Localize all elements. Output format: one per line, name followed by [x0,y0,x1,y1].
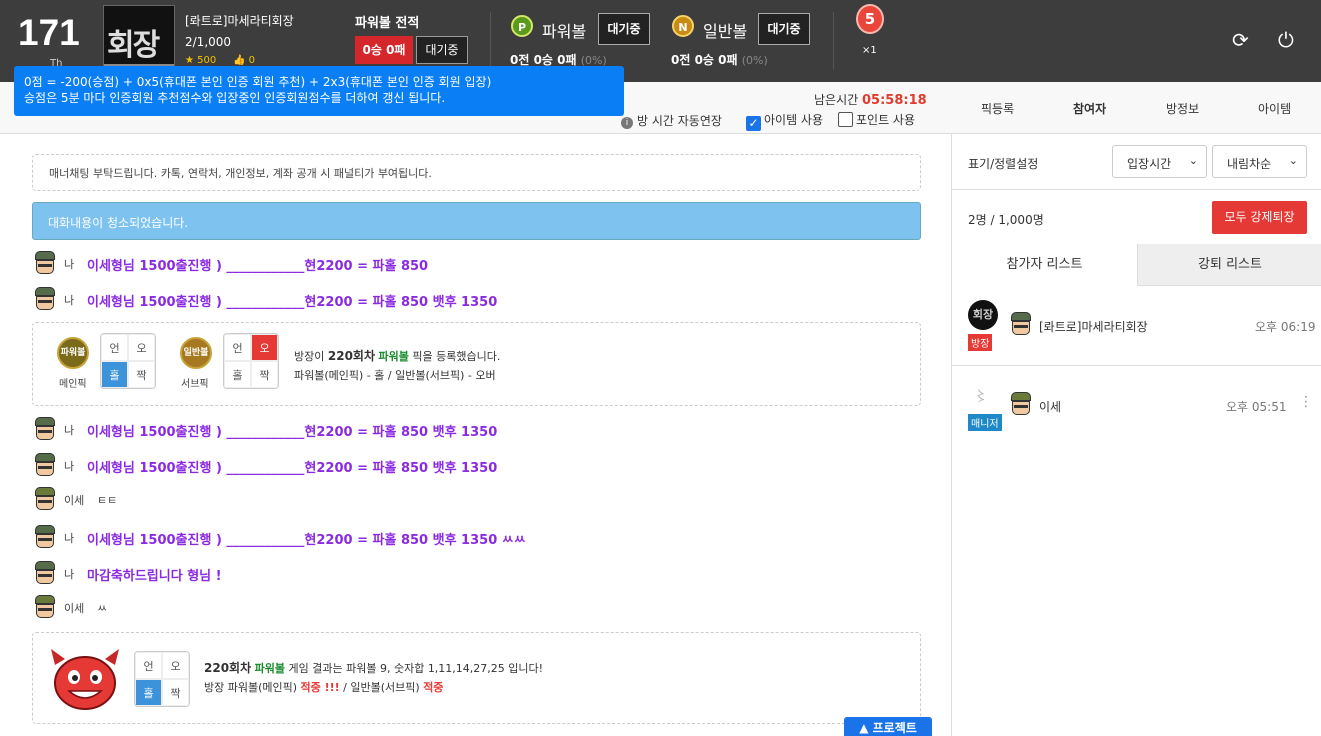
room-name: [롸트로]마세라티회장 [185,14,294,28]
tab-participant-list[interactable]: 참가자 리스트 [952,244,1138,286]
avatar [32,595,58,621]
role-badge-manager: 매니저 [968,414,1002,431]
powerball-name: 파워볼 [542,22,587,41]
powerball-icon: P [511,15,533,37]
tab-pick-register[interactable]: 픽등록 [981,100,1014,117]
tab-items[interactable]: 아이템 [1258,100,1291,117]
medal-count: ×1 [862,45,877,56]
participant-row[interactable]: 〻 매니저 이세 오후 05:51 ⋮ [952,374,1321,434]
chat-message: 이세 ㅌㅌ [32,487,117,513]
record-wait-button[interactable]: 대기중 [416,36,468,64]
manager-icon: 〻 [974,389,988,405]
tab-room-info[interactable]: 방정보 [1166,100,1199,117]
participant-count: 2명 / 1,000명 [968,213,1044,227]
item-use-checkbox[interactable]: ✓ 아이템 사용 [746,111,823,131]
avatar [1008,392,1034,418]
chevron-down-icon: ⌄ [1188,154,1198,167]
kick-all-button[interactable]: 모두 강제퇴장 [1212,201,1307,234]
devil-mascot-icon [51,649,119,710]
record-title: 파워볼 전적 [355,16,420,31]
score-tooltip: 0점 = -200(승점) + 0x5(휴대폰 본인 인증 회원 추천) + 2… [14,66,624,116]
host-avatar: 회장 [968,300,998,330]
avatar [32,561,58,587]
time-left-value: 05:58:18 [862,93,927,108]
chat-area: 매너채팅 부탁드립니다. 카톡, 연락처, 개인정보, 계좌 공개 시 패널티가… [0,134,951,736]
power-icon[interactable]: ⏻ [1278,28,1294,52]
chat-message: 나 이세형님 1500출진행 ) ____________현2200 = 파홀 8… [32,417,497,443]
room-stars: ★ 500 [185,55,217,66]
sort-label: 표기/정렬설정 [968,157,1039,171]
normalball-name: 일반볼 [703,22,748,41]
chevron-down-icon: ⌄ [1288,154,1298,167]
chat-message: 이세 ㅆ [32,595,107,621]
more-options-icon[interactable]: ⋮ [1299,394,1313,410]
room-number: 171 [18,12,80,53]
result-grid: 언오 홀짝 [134,651,190,707]
room-user-count: 2/1,000 [185,35,232,49]
sort-field-select[interactable]: 입장시간 ⌄ [1112,145,1207,178]
logo-text: 회장 [107,28,160,63]
medal-icon: 5 [856,4,884,34]
powerball-pick-icon: 파워볼 [57,337,89,369]
auto-extend-option[interactable]: i방 시간 자동연장 [621,112,722,129]
room-logo: 회장 [103,5,175,71]
avatar [32,453,58,479]
participants-sidebar: 표기/정렬설정 입장시간 ⌄ 내림차순 ⌄ 2명 / 1,000명 모두 강제퇴장 … [951,134,1321,736]
normalball-pick-icon: 일반볼 [180,337,212,369]
normalball-icon: N [672,15,694,37]
normalball-wait-button[interactable]: 대기중 [758,13,810,45]
pick-registered-box: 파워볼 메인픽 언오 홀짝 일반볼 서브픽 언오 홀짝 방장이 220회차 파워… [32,322,921,406]
chat-message: 나 이세형님 1500출진행 ) ____________현2200 = 파홀 8… [32,251,428,277]
sort-order-select[interactable]: 내림차순 ⌄ [1212,145,1307,178]
time-left: 남은시간 05:58:18 [814,93,927,108]
record-badge: 0승 0패 [355,36,413,64]
role-badge-host: 방장 [968,334,993,351]
manner-notice: 매너채팅 부탁드립니다. 카톡, 연락처, 개인정보, 계좌 공개 시 패널티가… [32,154,921,191]
avatar [1008,312,1034,338]
checkbox-checked-icon: ✓ [746,116,761,131]
avatar [32,251,58,277]
chat-message: 나 이세형님 1500출진행 ) ____________현2200 = 파홀 8… [32,287,497,313]
room-likes: 👍 0 [233,55,255,66]
normalball-record: 0전 0승 0패 (0%) [671,53,768,67]
chat-cleared-notice: 대화내용이 청소되었습니다. [32,202,921,240]
avatar [32,487,58,513]
chat-message: 나 이세형님 1500출진행 ) ____________현2200 = 파홀 8… [32,525,526,551]
project-button[interactable]: ▲ 프로젝트 [844,717,932,736]
avatar [32,417,58,443]
avatar [32,525,58,551]
game-result-box: 언오 홀짝 220회차 파워볼 게임 결과는 파워볼 9, 숫자합 1,11,1… [32,632,921,724]
game-result-text: 220회차 파워볼 게임 결과는 파워볼 9, 숫자합 1,11,14,27,2… [204,661,544,694]
tab-kicked-list[interactable]: 강퇴 리스트 [1138,244,1321,286]
refresh-icon[interactable]: ⟳ [1232,28,1249,52]
pick-registered-text: 방장이 220회차 파워볼 픽을 등록했습니다. 파워볼(메인픽) - 홀 / … [294,349,501,382]
chat-message: 나 마감축하드립니다 형님 ! [32,561,222,587]
checkbox-unchecked-icon [838,112,853,127]
sub-pick-grid: 언오 홀짝 [223,333,279,389]
point-use-checkbox[interactable]: 포인트 사용 [838,111,915,128]
chat-message: 나 이세형님 1500출진행 ) ____________현2200 = 파홀 8… [32,453,497,479]
avatar [32,287,58,313]
powerball-wait-button[interactable]: 대기중 [598,13,650,45]
info-icon: i [621,117,633,129]
tab-participants[interactable]: 참여자 [1073,100,1106,117]
main-pick-grid: 언오 홀짝 [100,333,156,389]
participant-row[interactable]: 회장 방장 [롸트로]마세라티회장 오후 06:19 [952,294,1321,366]
